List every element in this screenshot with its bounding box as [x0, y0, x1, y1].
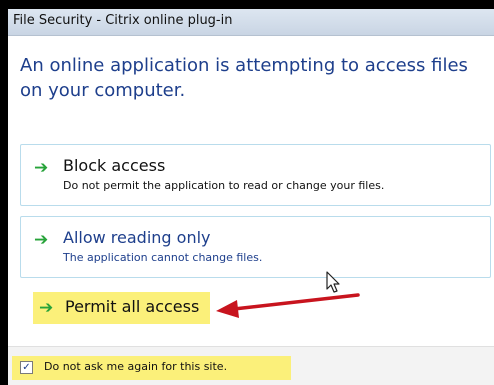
mouse-pointer-icon: [326, 271, 340, 293]
annotation-arrow-shaft: [232, 293, 360, 311]
do-not-ask-again-row[interactable]: ✓ Do not ask me again for this site.: [12, 356, 291, 380]
checkbox-label: Do not ask me again for this site.: [44, 360, 228, 373]
annotation-arrow-head: [216, 300, 239, 318]
red-annotation-arrow: [216, 293, 360, 318]
file-security-dialog: File Security - Citrix online plug-in An…: [8, 9, 494, 385]
do-not-ask-again-checkbox[interactable]: ✓: [20, 361, 33, 374]
